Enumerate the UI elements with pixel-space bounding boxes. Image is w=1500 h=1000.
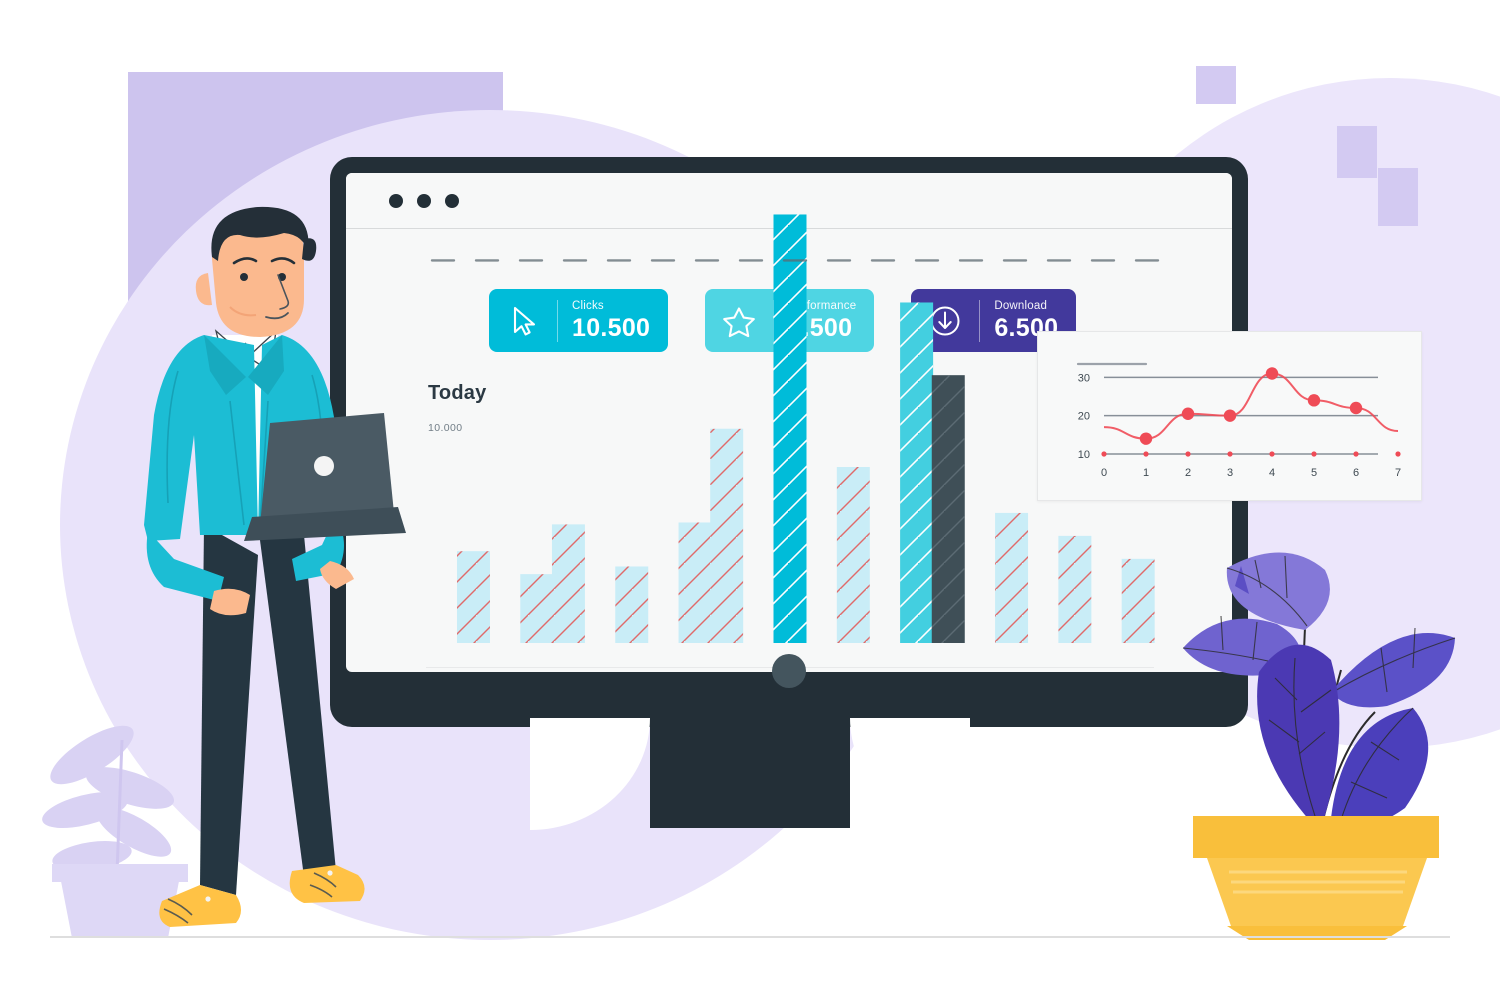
bar [836,467,870,643]
line-chart-xtick: 0 [1101,467,1107,479]
bar [710,428,744,643]
shoe-right [289,865,365,903]
bar [615,566,649,643]
background-square-3 [1378,168,1418,226]
line-chart-marker[interactable] [1349,401,1363,415]
bar [931,375,965,643]
line-chart-baseline-dot [1353,451,1359,457]
line-chart-plot: 10 20 30 0 1 2 3 4 5 6 7 [1076,362,1401,479]
line-chart-baseline-dot [1311,451,1317,457]
bar [900,302,934,643]
line-chart-marker[interactable] [1265,367,1279,380]
line-chart-baseline-dot [1143,451,1149,457]
eye-left [240,273,248,281]
monitor-power-button[interactable] [772,654,806,688]
line-chart-marker[interactable] [1223,409,1237,422]
line-chart-marker[interactable] [1139,432,1153,445]
line-chart-baseline-dot [1185,451,1191,457]
bar [1058,535,1092,643]
line-chart-baseline-dot [1395,451,1401,457]
bar [520,574,554,643]
line-chart-xtick: 7 [1395,467,1401,479]
laptop-logo [314,456,334,476]
monitor-stand [530,718,970,830]
line-chart-panel: 10 20 30 0 1 2 3 4 5 6 7 [1037,331,1422,501]
leaf-center [1257,644,1340,822]
line-chart-baseline-dot [1227,451,1233,457]
bar [456,551,490,643]
line-chart-xtick: 2 [1185,467,1191,479]
bar [773,214,807,643]
line-chart-marker[interactable] [1307,394,1321,407]
line-chart-xtick: 3 [1227,467,1233,479]
line-chart-xtick: 6 [1353,467,1359,479]
background-square-2 [1337,126,1377,178]
pot-rim [1193,816,1439,858]
person-illustration [144,206,406,927]
hand-right [320,561,354,589]
line-chart-xtick: 1 [1143,467,1149,479]
bar [551,524,585,643]
ear [195,273,212,306]
line-chart-xtick: 5 [1311,467,1317,479]
line-chart-baseline-dot [1101,451,1107,457]
line-chart-baseline-dot [1269,451,1275,457]
potted-plant [1182,552,1456,940]
bar [995,512,1029,643]
line-chart-xtick: 4 [1269,467,1275,479]
illustration-canvas: Clicks 10.500 Performance 8.500 Download… [0,0,1500,1000]
leaf-top [1226,552,1330,630]
line-chart-ytick: 30 [1078,372,1090,384]
leaf-lower-right [1331,708,1429,826]
floor-line [50,936,1450,938]
jacket-left [144,335,258,541]
line-chart-ytick: 20 [1078,411,1090,423]
line-chart-ytick: 10 [1078,449,1090,461]
bar [678,522,712,643]
background-square-1 [1196,66,1236,104]
bar [1121,558,1155,643]
line-chart-marker[interactable] [1181,407,1195,420]
hand-left [210,588,250,616]
